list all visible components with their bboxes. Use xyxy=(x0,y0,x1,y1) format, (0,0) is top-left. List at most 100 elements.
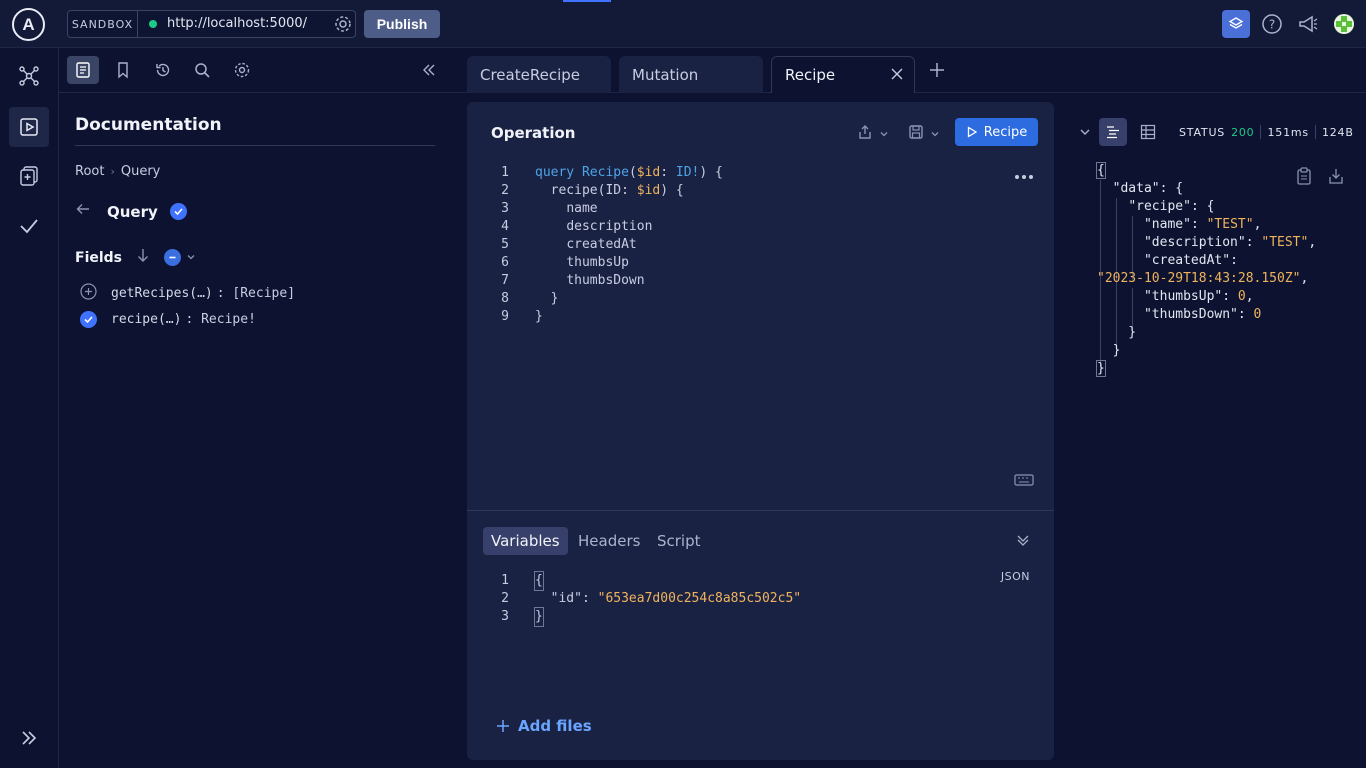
field-selected-check-icon[interactable] xyxy=(80,311,97,328)
checks-icon[interactable] xyxy=(9,206,49,246)
breadcrumb-query[interactable]: Query xyxy=(121,164,161,179)
docs-divider xyxy=(75,145,435,146)
more-options-icon[interactable] xyxy=(1014,168,1034,186)
publish-button[interactable]: Publish xyxy=(364,10,440,38)
tab-variables[interactable]: Variables xyxy=(483,527,568,555)
json-view-icon[interactable] xyxy=(1099,118,1127,146)
breadcrumb: Root › Query xyxy=(75,164,160,179)
search-icon[interactable] xyxy=(186,56,218,84)
response-json[interactable]: { "data": { "recipe": { "name": "TEST", … xyxy=(1096,162,1316,378)
json-key: "data" xyxy=(1112,181,1160,196)
operation-tabs: CreateRecipe Mutation Recipe xyxy=(467,48,1366,93)
run-operation-button[interactable]: Recipe xyxy=(955,118,1038,146)
collapse-docs-icon[interactable] xyxy=(413,56,445,84)
line-number: 9 xyxy=(501,309,509,324)
user-avatar[interactable] xyxy=(1332,10,1356,38)
plus-icon xyxy=(497,720,509,732)
add-tab-plus-icon[interactable] xyxy=(927,60,947,80)
close-tab-icon[interactable] xyxy=(890,67,904,81)
table-view-icon[interactable] xyxy=(1140,124,1156,145)
tab-headers[interactable]: Headers xyxy=(570,527,648,555)
field-recipe[interactable]: recipe(…) : Recipe! xyxy=(80,311,256,328)
line-number: 3 xyxy=(501,201,509,216)
query-title: Query xyxy=(107,202,158,221)
keyboard-shortcuts-icon[interactable] xyxy=(1014,473,1034,492)
sort-down-arrow-icon[interactable] xyxy=(136,247,150,268)
operation-panel: Operation Recipe 1 query Recipe($id: ID!)… xyxy=(467,102,1054,760)
code-arg: ID xyxy=(605,183,622,198)
add-field-plus-icon[interactable] xyxy=(80,283,97,304)
top-accent-line xyxy=(563,0,611,2)
chevron-down-icon[interactable] xyxy=(879,126,889,144)
line-number: 5 xyxy=(501,237,509,252)
schema-graph-icon[interactable] xyxy=(9,56,49,96)
line-number: 7 xyxy=(501,273,509,288)
apollo-logo-icon[interactable]: A xyxy=(12,8,45,41)
field-type[interactable]: : Recipe! xyxy=(185,312,255,327)
tab-recipe[interactable]: Recipe xyxy=(771,56,915,93)
left-navigation xyxy=(0,48,59,768)
connection-settings-gear-icon[interactable] xyxy=(333,14,353,34)
deselect-all-minus-icon[interactable] xyxy=(164,249,182,266)
chevron-down-icon[interactable] xyxy=(930,126,940,144)
fields-title: Fields xyxy=(75,249,123,266)
layers-icon[interactable] xyxy=(1222,10,1250,38)
tab-create-recipe[interactable]: CreateRecipe xyxy=(467,56,611,93)
play-icon xyxy=(967,126,978,138)
save-icon[interactable] xyxy=(908,124,924,145)
documentation-icon[interactable] xyxy=(67,56,99,84)
field-name[interactable]: getRecipes(…) xyxy=(111,286,213,301)
add-files-button[interactable]: Add files xyxy=(496,717,592,735)
code-field: recipe xyxy=(550,183,598,198)
variable-key: "id" xyxy=(550,591,582,606)
code-variable: $id xyxy=(636,165,661,180)
docs-toolbar xyxy=(59,48,467,93)
line-number: 3 xyxy=(501,609,509,624)
share-menu[interactable] xyxy=(857,124,889,145)
announcements-megaphone-icon[interactable] xyxy=(1296,10,1320,38)
settings-gear-icon[interactable] xyxy=(226,56,258,84)
bookmark-icon[interactable] xyxy=(107,56,139,84)
json-key: "name" xyxy=(1143,217,1191,232)
tab-mutation[interactable]: Mutation xyxy=(619,56,763,93)
endpoint-selector[interactable]: SANDBOX http://localhost:5000/ xyxy=(67,10,356,38)
share-icon[interactable] xyxy=(857,124,873,145)
tab-script[interactable]: Script xyxy=(649,527,709,555)
chevron-down-icon[interactable] xyxy=(186,249,196,267)
help-icon[interactable]: ? xyxy=(1260,10,1284,38)
variables-format-label[interactable]: JSON xyxy=(1001,570,1030,583)
line-number: 2 xyxy=(501,183,509,198)
schema-changelog-icon[interactable] xyxy=(9,156,49,196)
status-label: STATUS xyxy=(1179,125,1226,139)
fields-header: Fields xyxy=(75,247,196,268)
back-arrow-icon[interactable] xyxy=(75,201,91,222)
field-get-recipes[interactable]: getRecipes(…) : [Recipe] xyxy=(80,283,295,304)
operation-editor[interactable]: 1 query Recipe($id: ID!) { 2 recipe(ID: $… xyxy=(467,164,723,326)
endpoint-url[interactable]: http://localhost:5000/ xyxy=(167,16,307,31)
history-icon[interactable] xyxy=(147,56,179,84)
download-response-icon[interactable] xyxy=(1328,167,1344,190)
breadcrumb-root[interactable]: Root xyxy=(75,164,104,179)
variable-value: "653ea7d00c254c8a85c502c5" xyxy=(597,591,802,606)
field-type[interactable]: : [Recipe] xyxy=(217,286,295,301)
variables-editor[interactable]: 1{ 2 "id": "653ea7d00c254c8a85c502c5" 3} xyxy=(467,571,802,627)
documentation-panel: Documentation Root › Query Query Fields … xyxy=(59,93,467,768)
tab-label: CreateRecipe xyxy=(480,65,580,84)
line-number: 4 xyxy=(501,219,509,234)
sandbox-label: SANDBOX xyxy=(68,11,138,37)
query-header: Query xyxy=(75,201,187,222)
explorer-play-icon[interactable] xyxy=(9,107,49,147)
field-name[interactable]: recipe(…) xyxy=(111,312,181,327)
code-operation-name: Recipe xyxy=(581,165,629,180)
line-number: 1 xyxy=(501,165,509,180)
collapse-variables-chevron-icon[interactable] xyxy=(1015,532,1031,553)
line-number: 1 xyxy=(501,573,509,588)
chevron-down-icon[interactable] xyxy=(1079,125,1091,143)
expand-nav-icon[interactable] xyxy=(9,718,49,758)
connection-status-dot xyxy=(149,20,157,28)
save-menu[interactable] xyxy=(908,124,940,145)
code-field: thumbsUp xyxy=(566,255,629,270)
query-selected-check-icon[interactable] xyxy=(169,203,187,220)
add-files-label: Add files xyxy=(518,717,592,735)
docs-title: Documentation xyxy=(75,115,222,135)
